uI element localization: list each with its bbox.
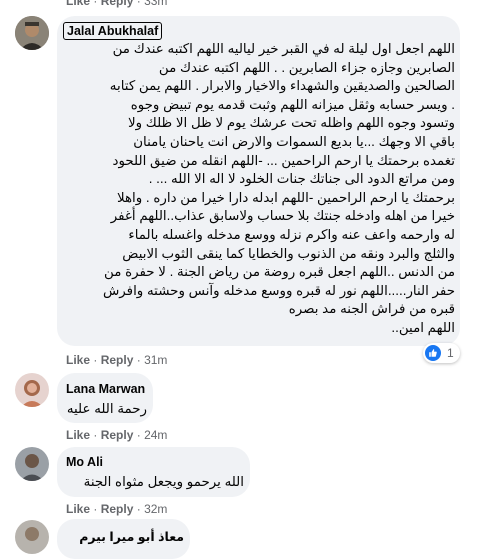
comment-text-line: رحمة الله عليه xyxy=(66,401,147,416)
comment-author[interactable]: معاذ أبو ميرا بيرم xyxy=(63,529,184,544)
comment-text-line: ومن مراتع الدود الى جناتك جنات الخلود لا… xyxy=(148,171,455,187)
comment-text-line: . ويسر حسابه وثقل ميزانه اللهم وثبت قدمه… xyxy=(130,96,455,112)
comment-time[interactable]: 31m xyxy=(144,353,167,367)
avatar[interactable] xyxy=(15,447,49,481)
like-link[interactable]: Like xyxy=(66,0,90,8)
comment-text-line: برحمتك يا ارحم الراحمين -اللهم ابدله دار… xyxy=(116,189,455,205)
like-link[interactable]: Like xyxy=(66,353,90,367)
comment-text-line: والثلج والبرد ونقه من الذنوب والخطايا كم… xyxy=(122,245,455,261)
comment-text-line: اللهم اجعل اول ليلة له في القبر خير ليال… xyxy=(112,41,455,56)
comment-actions: Like · Reply · 24m xyxy=(66,428,168,442)
reaction-count[interactable]: 1 xyxy=(423,343,460,363)
comment-time[interactable]: 32m xyxy=(144,502,167,516)
comment-text-line: الله يرحمو ويجعل مثواه الجنة xyxy=(83,474,244,489)
reply-link[interactable]: Reply xyxy=(101,0,134,8)
comment-author[interactable]: Lana Marwan xyxy=(66,382,145,396)
comment-text-line: وتسود وجوه اللهم واظله تحت عرشك يوم لا ظ… xyxy=(127,115,455,131)
comment-author[interactable]: Mo Ali xyxy=(66,455,103,469)
comment-text-line: باقي الا وجهك ...يا بديع السموات والارض … xyxy=(133,133,455,149)
comment-text-line: اللهم امين.. xyxy=(391,319,455,335)
comment-text-line: له وارحمه واعف عنه واكرم نزله ووسع مدخله… xyxy=(128,226,455,242)
avatar[interactable] xyxy=(15,16,49,50)
comment-time[interactable]: 24m xyxy=(144,428,167,442)
like-link[interactable]: Like xyxy=(66,428,90,442)
comment-author[interactable]: Jalal Abukhalaf xyxy=(63,22,163,40)
comment-text-line: حفر النار.....اللهم نور له قبره ووسع مدخ… xyxy=(102,282,455,298)
comment-text: الله يرحمو ويجعل مثواه الجنة xyxy=(63,473,244,492)
comment-text-line: الصالحين والصديقين والشهداء والاخيار وال… xyxy=(109,78,455,94)
comment-text-line: قبره من فراش الجنه مد بصره xyxy=(288,301,455,317)
like-link[interactable]: Like xyxy=(66,502,90,516)
comment-actions: Like · Reply · 31m xyxy=(66,353,168,367)
comment-actions: Like · Reply · 32m xyxy=(66,502,168,516)
comment-text-line: خيرا من اهله وادخله جنتك بلا حساب ولاساب… xyxy=(110,208,455,224)
comment-text-line: تغمده برحمتك يا ارحم الراحمين ... -اللهم… xyxy=(112,152,455,168)
reply-link[interactable]: Reply xyxy=(101,502,134,516)
comment-text: رحمة الله عليه xyxy=(63,400,147,419)
comment-text-line: من الدنس ..اللهم اجعل قبره روضة من رياض … xyxy=(104,264,455,280)
reply-link[interactable]: Reply xyxy=(101,353,134,367)
comment-text-line: الصابرين وجازه جزاء الصابرين . . اللهم ا… xyxy=(158,59,455,75)
avatar[interactable] xyxy=(15,520,49,554)
comment-text: اللهم اجعل اول ليلة له في القبر خير ليال… xyxy=(63,40,455,338)
like-reaction-icon xyxy=(425,345,441,361)
reply-link[interactable]: Reply xyxy=(101,428,134,442)
comment-actions-top: Like · Reply · 33m xyxy=(66,0,167,8)
comment-time[interactable]: 33m xyxy=(144,0,167,8)
avatar[interactable] xyxy=(15,373,49,407)
